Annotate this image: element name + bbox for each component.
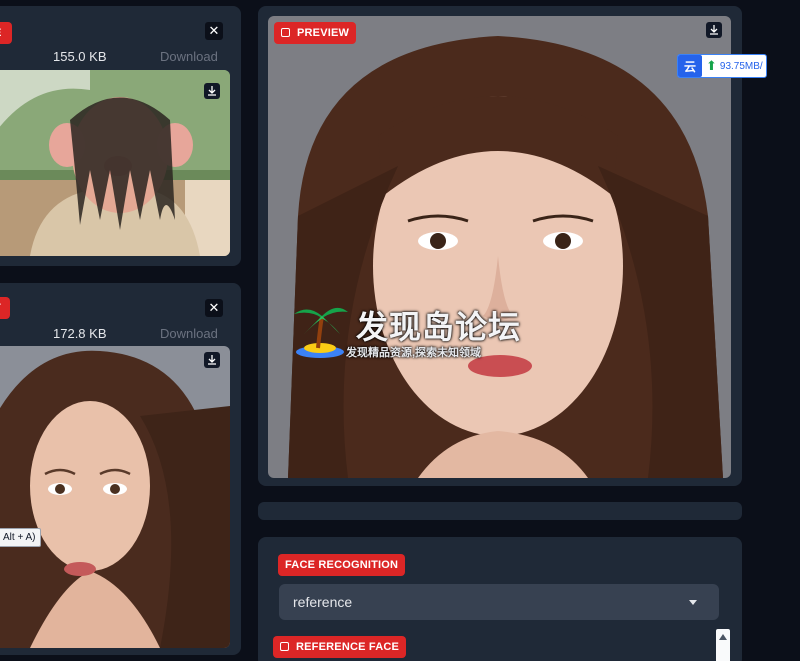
image-icon [280, 642, 289, 651]
target-close-button[interactable]: ✕ [205, 299, 223, 317]
target-download-icon[interactable] [204, 352, 220, 368]
preview-image: PREVIEW [268, 16, 731, 478]
source-download-icon[interactable] [204, 83, 220, 99]
face-recognition-panel: FACE RECOGNITION reference REFERENCE FAC… [258, 537, 742, 661]
target-image-panel: T ✕ 172.8 KB Download Alt + A) [0, 283, 241, 655]
upload-arrow-icon: ⬆ [706, 58, 717, 73]
source-download-link[interactable]: Download [160, 49, 218, 64]
target-download-link[interactable]: Download [160, 326, 218, 341]
source-image-panel: E ✕ 155.0 KB Download [0, 6, 241, 266]
cloud-icon: 云 [678, 55, 702, 77]
source-file-size: 155.0 KB [53, 49, 107, 64]
shortcut-tooltip: Alt + A) [0, 528, 41, 547]
face-recognition-select[interactable]: reference [279, 584, 719, 620]
watermark: 发现岛论坛 发现精品资源,探索未知领域 [290, 298, 530, 362]
island-logo-icon [294, 307, 348, 358]
progress-bar-panel [258, 502, 742, 520]
speed-value: 93.75MB/ [719, 60, 763, 72]
scrollbar[interactable] [716, 629, 730, 661]
chevron-down-icon [689, 600, 697, 605]
watermark-subtitle: 发现精品资源,探索未知领域 [346, 347, 482, 359]
watermark-title: 发现岛论坛 [356, 309, 522, 345]
reference-face-label-text: REFERENCE FACE [296, 641, 400, 653]
face-recognition-selected-value: reference [293, 594, 353, 610]
target-label-badge: T [0, 297, 10, 319]
target-image [0, 346, 230, 648]
source-image [0, 70, 230, 256]
preview-label-text: PREVIEW [297, 27, 350, 39]
scroll-up-icon[interactable] [719, 634, 727, 640]
face-recognition-label: FACE RECOGNITION [278, 554, 406, 576]
preview-panel: PREVIEW [258, 6, 742, 486]
preview-label-badge: PREVIEW [274, 22, 357, 44]
image-icon [281, 28, 290, 37]
reference-face-label: REFERENCE FACE [273, 636, 407, 658]
source-label-badge: E [0, 22, 12, 44]
preview-download-icon[interactable] [706, 22, 722, 38]
download-speed-widget[interactable]: 云 ⬆ 93.75MB/ [677, 54, 767, 78]
target-file-size: 172.8 KB [53, 326, 107, 341]
source-close-button[interactable]: ✕ [205, 22, 223, 40]
